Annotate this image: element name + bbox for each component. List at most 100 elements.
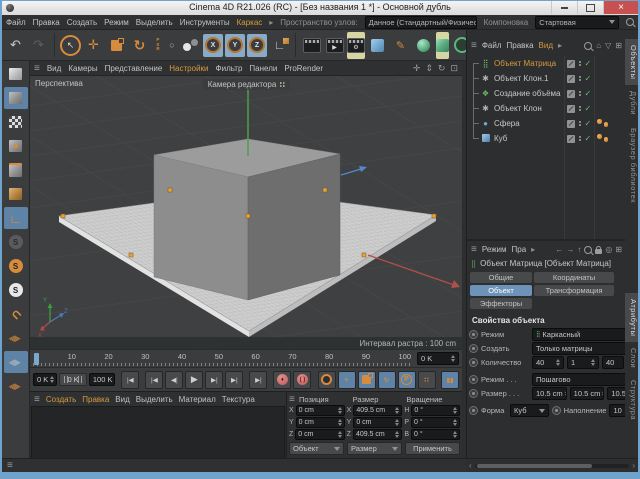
menu-mode[interactable]: Режим xyxy=(104,18,129,27)
object-row-cloner[interactable]: ✱ Объект Клон ✓ xyxy=(467,101,626,116)
align-workplane-button[interactable]: ▦ xyxy=(4,375,28,397)
keyframe-selection-button[interactable]: ▮▮ xyxy=(441,371,459,389)
tab-attributes[interactable]: Атрибуты xyxy=(625,293,638,342)
object-row-cube[interactable]: Куб ✓ xyxy=(467,131,626,146)
last-tool-button[interactable]: ○ xyxy=(166,33,178,58)
lock-workplane-button[interactable]: ▦ xyxy=(4,351,28,373)
size-x-field[interactable]: 10.5 cm xyxy=(532,387,567,400)
tab-content-browser[interactable]: Браузер библиотек xyxy=(625,122,638,209)
rotate-tool-button[interactable]: ↻ xyxy=(129,33,150,58)
maximize-button[interactable] xyxy=(577,1,603,14)
size-x-field[interactable]: 409.5 cm xyxy=(353,405,402,416)
apply-button[interactable]: Применить xyxy=(405,442,460,455)
tab-object[interactable]: Объект xyxy=(470,285,532,296)
redo-button[interactable]: ↷ xyxy=(28,33,49,58)
enable-dots[interactable] xyxy=(579,76,581,78)
texture-mode-button[interactable] xyxy=(4,111,28,133)
rot-h-field[interactable]: 0 ° xyxy=(411,405,460,416)
menu-create[interactable]: Создать xyxy=(67,18,97,27)
tab-structure[interactable]: Структура xyxy=(625,374,638,426)
pos-z-field[interactable]: 0 cm xyxy=(295,429,344,440)
vp-menu-filter[interactable]: Фильтр xyxy=(216,64,243,73)
attr-menu-edit[interactable]: Пра xyxy=(512,245,527,254)
history-forward-icon[interactable]: → xyxy=(566,245,574,254)
rot-b-field[interactable]: 0 ° xyxy=(411,429,460,440)
attributes-hscrollbar[interactable]: ‹ › xyxy=(466,458,638,472)
magnet-snap-button[interactable]: U xyxy=(4,303,28,325)
scrollbar-thumb[interactable] xyxy=(477,464,592,468)
mode-dropdown[interactable]: ⣿ Каркасный xyxy=(532,328,626,341)
attr-menu-icon[interactable]: ≡ xyxy=(471,244,477,255)
layout-dropdown[interactable]: Стартовая xyxy=(535,16,619,29)
camera-dolly-icon[interactable]: ⇕ xyxy=(425,63,433,74)
count-z-field[interactable]: 40 xyxy=(602,356,624,369)
render-view-button[interactable] xyxy=(301,33,322,58)
make-editable-button[interactable] xyxy=(4,63,28,85)
coords-mode-dropdown[interactable]: Объект xyxy=(289,442,344,455)
tab-basic[interactable]: Общие xyxy=(470,272,532,283)
vp-menu-panels[interactable]: Панели xyxy=(249,64,277,73)
goto-end-button[interactable]: ▶| xyxy=(249,371,267,389)
enable-dots[interactable] xyxy=(579,136,581,138)
spline-pen-button[interactable]: ✎ xyxy=(390,33,411,58)
keyframe-circle[interactable] xyxy=(469,358,478,367)
pos-y-field[interactable]: 0 cm xyxy=(296,417,345,428)
lock-z-axis-button[interactable]: Z xyxy=(247,34,267,57)
keyframe-circle[interactable] xyxy=(469,375,478,384)
scale-tool-button[interactable] xyxy=(106,33,127,58)
enable-axis-button[interactable]: ∟ xyxy=(4,207,28,229)
snap-3d-button[interactable]: S xyxy=(4,255,28,277)
keyframe-circle[interactable] xyxy=(469,389,478,398)
viewport-maximize-icon[interactable]: ⊡ xyxy=(450,63,458,74)
record-options-button[interactable]: ( ) xyxy=(293,371,311,389)
menu-mesh[interactable]: Каркас xyxy=(237,18,263,27)
keyframe-circle[interactable] xyxy=(552,406,561,415)
scroll-left-icon[interactable]: ‹ xyxy=(469,461,472,470)
undo-button[interactable]: ↶ xyxy=(5,33,26,58)
om-menu-view[interactable]: Вид xyxy=(539,41,553,50)
enable-dots[interactable] xyxy=(579,61,581,63)
rot-p-field[interactable]: 0 ° xyxy=(411,417,460,428)
key-pla-toggle[interactable]: ∷ xyxy=(418,371,436,389)
current-frame-field[interactable]: 0 K xyxy=(417,352,459,365)
camera-rotate-icon[interactable]: ↻ xyxy=(438,63,446,74)
scroll-right-icon[interactable]: › xyxy=(632,461,635,470)
coord-spheres-button[interactable] xyxy=(180,33,201,58)
range-end-field[interactable]: 100 K xyxy=(89,373,115,386)
create-dropdown[interactable]: Только матрицы xyxy=(532,342,626,355)
autokey-button[interactable] xyxy=(318,371,336,389)
size-y-field[interactable]: 0 cm xyxy=(353,417,402,428)
playhead[interactable] xyxy=(34,353,39,365)
tab-coordinates[interactable]: Координаты xyxy=(534,272,614,283)
enable-dots[interactable] xyxy=(579,121,581,123)
edge-mode-button[interactable] xyxy=(4,159,28,181)
key-parameter-toggle[interactable]: P xyxy=(398,371,416,389)
object-tags[interactable] xyxy=(597,121,608,126)
enabled-check-icon[interactable]: ✓ xyxy=(585,59,592,68)
move-tool-button[interactable]: ✛ xyxy=(83,33,104,58)
size-y-field[interactable]: 10.5 cm xyxy=(570,387,605,400)
om-menu-edit[interactable]: Правка xyxy=(507,41,534,50)
tab-objects[interactable]: Объекты xyxy=(625,39,638,85)
render-settings-button[interactable]: ⚙ xyxy=(347,32,365,59)
node-space-dropdown[interactable]: Данное (Стандартный/Физический) xyxy=(365,16,477,29)
count-y-field[interactable]: 1 xyxy=(567,356,599,369)
status-menu-icon[interactable]: ≡ xyxy=(7,460,13,471)
snap-off-button[interactable]: S xyxy=(4,231,28,253)
visibility-toggle[interactable] xyxy=(567,120,575,128)
play-button[interactable]: ▶ xyxy=(185,371,203,389)
snap-2d-button[interactable]: S xyxy=(4,279,28,301)
vp-menu-view[interactable]: Вид xyxy=(47,64,61,73)
pos-x-field[interactable]: 0 cm xyxy=(296,405,345,416)
close-button[interactable]: × xyxy=(603,1,638,14)
point-mode-button[interactable] xyxy=(4,135,28,157)
mat-menu-texture[interactable]: Текстура xyxy=(222,395,255,404)
mograph-cloner-button[interactable] xyxy=(436,32,449,59)
home-icon[interactable]: ⌂ xyxy=(596,41,601,50)
timeline-ruler[interactable]: 010 2030 4050 6070 8090 100 0 K xyxy=(30,349,462,367)
size-z-field[interactable]: 10.5 xyxy=(607,387,626,400)
workplane-button[interactable]: ▦ xyxy=(4,327,28,349)
range-start-field[interactable]: 0 K xyxy=(33,373,57,386)
render-picture-viewer-button[interactable]: ▶ xyxy=(324,33,345,58)
fill-field[interactable]: 10 xyxy=(609,404,626,417)
